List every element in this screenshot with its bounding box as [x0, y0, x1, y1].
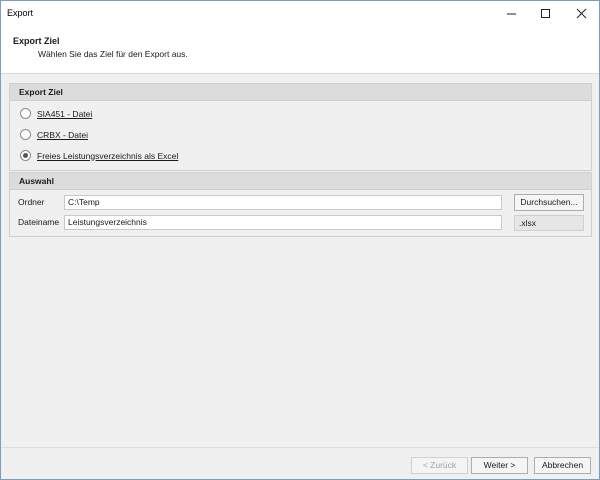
back-button[interactable]: < Zurück: [411, 457, 468, 474]
next-button[interactable]: Weiter >: [471, 457, 528, 474]
browse-button[interactable]: Durchsuchen...: [514, 194, 584, 211]
wizard-header: Export Ziel Wählen Sie das Ziel für den …: [1, 26, 599, 74]
window-title: Export: [7, 8, 34, 18]
export-target-group: Export Ziel SIA451 - Datei CRBX - Datei …: [9, 83, 592, 171]
folder-label: Ordner: [18, 197, 45, 207]
export-dialog: Export Export Ziel Wählen Sie das Ziel f…: [0, 0, 600, 480]
export-target-group-title: Export Ziel: [10, 84, 591, 101]
radio-sia451[interactable]: [20, 108, 31, 119]
folder-input[interactable]: C:\Temp: [64, 195, 502, 210]
wizard-step-subtitle: Wählen Sie das Ziel für den Export aus.: [38, 49, 188, 59]
minimize-icon: [507, 13, 516, 15]
radio-crbx[interactable]: [20, 129, 31, 140]
file-extension: .xlsx: [514, 215, 584, 231]
title-bar[interactable]: Export: [1, 1, 599, 26]
option-crbx-label[interactable]: CRBX - Datei: [37, 130, 88, 140]
wizard-footer: < Zurück Weiter > Abbrechen: [1, 447, 599, 479]
close-button[interactable]: [565, 1, 598, 26]
wizard-step-title: Export Ziel: [13, 36, 60, 46]
wizard-content: Export Ziel SIA451 - Datei CRBX - Datei …: [1, 74, 599, 447]
maximize-icon: [541, 9, 550, 18]
close-icon: [576, 8, 587, 19]
radio-excel[interactable]: [20, 150, 31, 161]
minimize-button[interactable]: [495, 1, 528, 26]
filename-input[interactable]: Leistungsverzeichnis: [64, 215, 502, 230]
option-sia451-label[interactable]: SIA451 - Datei: [37, 109, 92, 119]
option-sia451[interactable]: SIA451 - Datei: [20, 108, 92, 119]
cancel-button[interactable]: Abbrechen: [534, 457, 591, 474]
filename-label: Dateiname: [18, 217, 60, 227]
selection-group-title: Auswahl: [10, 173, 591, 190]
selection-group: Auswahl Ordner C:\Temp Durchsuchen... Da…: [9, 172, 592, 237]
maximize-button[interactable]: [529, 1, 562, 26]
option-excel[interactable]: Freies Leistungsverzeichnis als Excel: [20, 150, 178, 161]
option-excel-label[interactable]: Freies Leistungsverzeichnis als Excel: [37, 151, 178, 161]
option-crbx[interactable]: CRBX - Datei: [20, 129, 88, 140]
